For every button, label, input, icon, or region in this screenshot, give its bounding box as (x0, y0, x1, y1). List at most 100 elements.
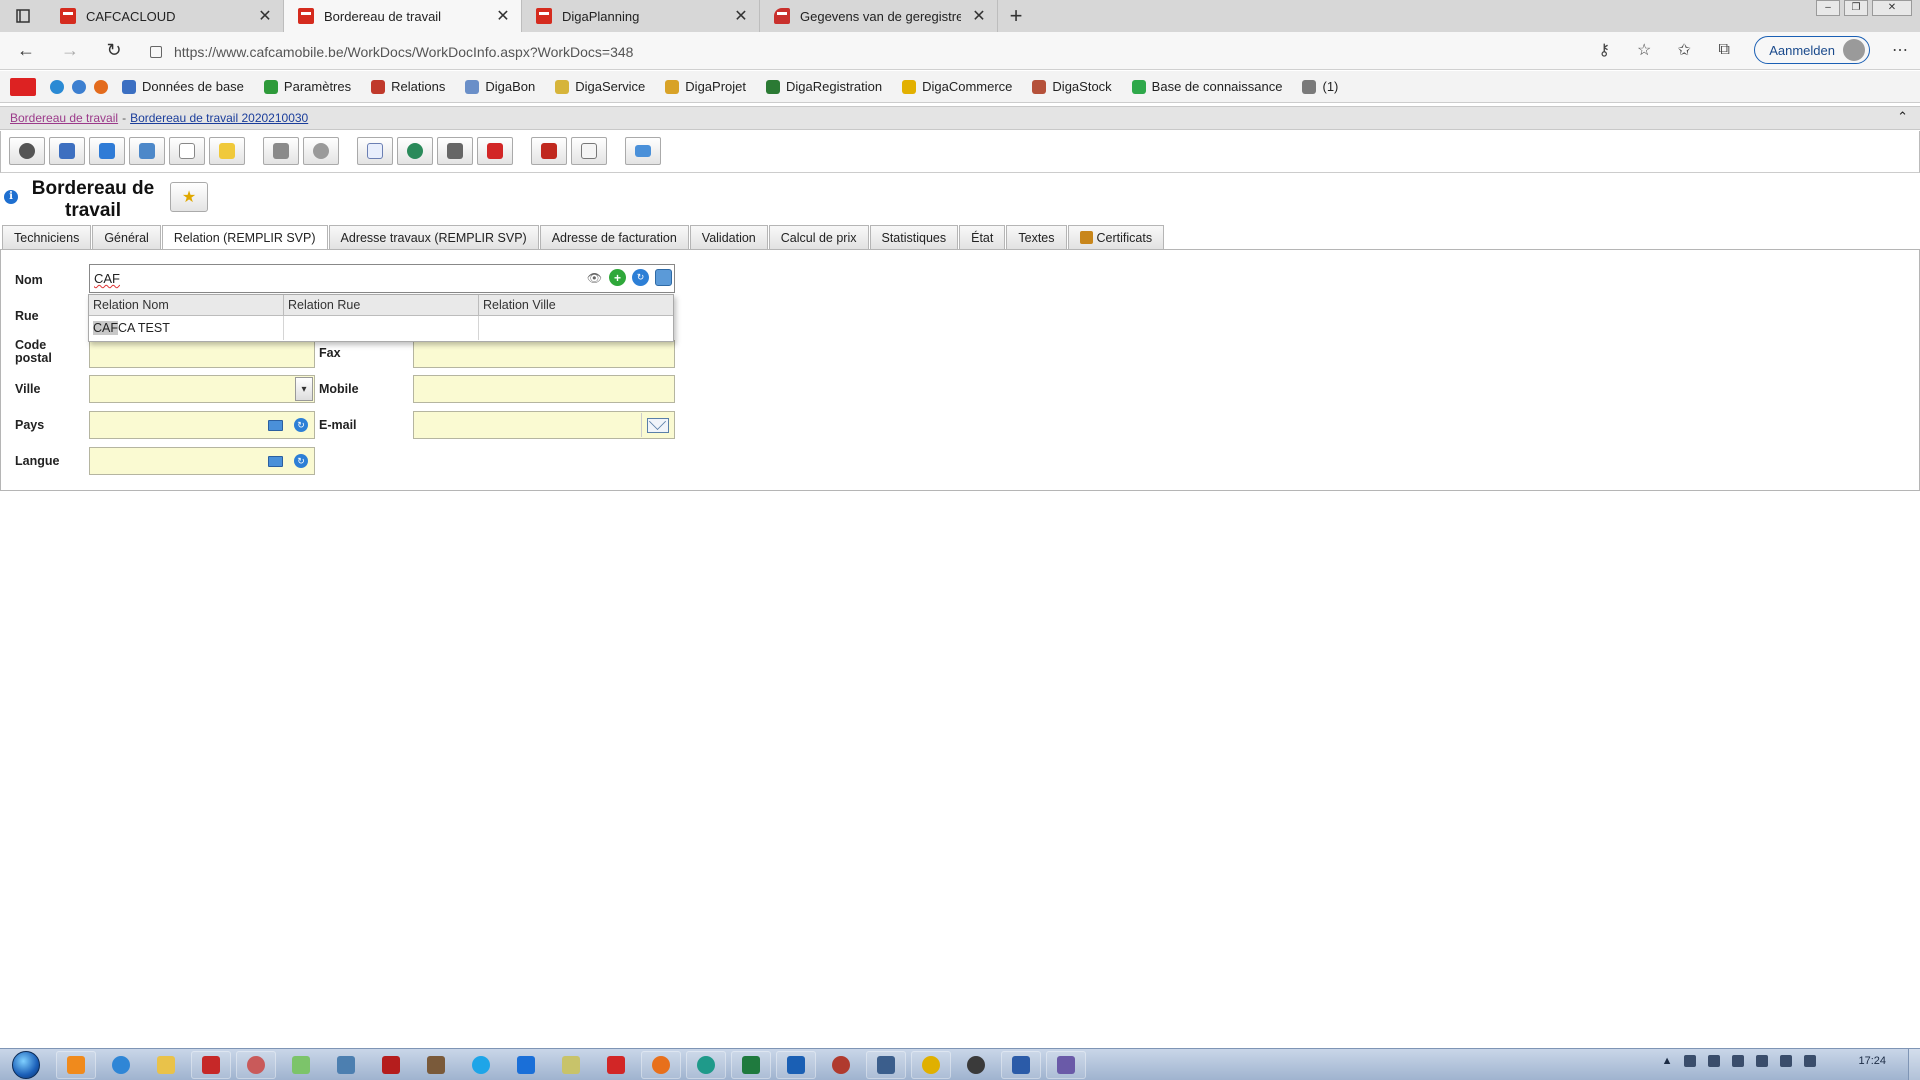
menu-digaregistration[interactable]: DigaRegistration (760, 79, 888, 94)
send-mail-button[interactable] (641, 413, 673, 437)
favorites-icon[interactable]: ✩ (1674, 40, 1694, 60)
tab-adresse-facturation[interactable]: Adresse de facturation (539, 225, 689, 249)
card-icon[interactable] (655, 269, 672, 286)
close-tab-icon[interactable]: ✕ (495, 6, 511, 26)
show-desktop-button[interactable] (1908, 1049, 1920, 1080)
upload-tray-icon[interactable] (1804, 1055, 1817, 1067)
taskbar-internet-explorer[interactable] (101, 1051, 141, 1079)
tab-statistiques[interactable]: Statistiques (869, 225, 959, 249)
checklist-button[interactable] (357, 137, 393, 165)
langue-field[interactable]: ↻ (89, 447, 315, 475)
taskbar-skype[interactable] (461, 1051, 501, 1079)
key-icon[interactable]: ⚷ (1594, 40, 1614, 60)
vehicle-button[interactable] (49, 137, 85, 165)
taskbar-app-notes[interactable] (551, 1051, 591, 1079)
taskbar-app-bug[interactable] (821, 1051, 861, 1079)
tab-calcul-de-prix[interactable]: Calcul de prix (768, 225, 869, 249)
taskbar-app-tools[interactable] (866, 1050, 906, 1079)
card-button[interactable] (625, 137, 661, 165)
fax-field[interactable] (413, 340, 675, 368)
refresh-icon[interactable]: ↻ (292, 417, 310, 433)
collections-icon[interactable]: ⧉ (1714, 41, 1734, 59)
taskbar-explorer[interactable] (146, 1051, 186, 1079)
signin-button[interactable]: Aanmelden (1754, 36, 1870, 64)
forward-button[interactable]: → (52, 36, 88, 66)
add-favorite-icon[interactable]: ☆ (1634, 40, 1654, 60)
taskbar-app-red[interactable] (191, 1050, 231, 1079)
taskbar-chrome[interactable] (911, 1050, 951, 1079)
ville-select[interactable]: ▾ (89, 375, 315, 403)
close-tab-icon[interactable]: ✕ (971, 6, 987, 26)
menu-digacommerce[interactable]: DigaCommerce (896, 79, 1018, 94)
display-tray-icon[interactable] (1756, 1055, 1769, 1067)
menu-donnees-de-base[interactable]: Données de base (116, 79, 250, 94)
technician-button[interactable] (89, 137, 125, 165)
more-options-icon[interactable]: ⋯ (1890, 40, 1910, 60)
tools-button[interactable] (129, 137, 165, 165)
chevron-down-icon[interactable]: ▾ (295, 377, 313, 401)
taskbar-dropbox[interactable] (506, 1051, 546, 1079)
taskbar-firefox[interactable] (641, 1050, 681, 1079)
taskbar-app-green[interactable] (281, 1051, 321, 1079)
refresh-icon[interactable]: ↻ (632, 269, 649, 286)
menu-relations[interactable]: Relations (365, 79, 451, 94)
copy-button[interactable] (571, 137, 607, 165)
card-icon[interactable] (266, 453, 284, 469)
breadcrumb-link-list[interactable]: Bordereau de travail (10, 111, 118, 125)
globe-button[interactable] (397, 137, 433, 165)
close-tab-icon[interactable]: ✕ (257, 6, 273, 26)
tab-general[interactable]: Général (92, 225, 161, 249)
menu-digaservice[interactable]: DigaService (549, 79, 651, 94)
close-tab-icon[interactable]: ✕ (733, 6, 749, 26)
close-window-button[interactable]: ✕ (1872, 0, 1912, 16)
folder-button[interactable] (209, 137, 245, 165)
menu-base-de-connaissance[interactable]: Base de connaissance (1126, 79, 1289, 94)
collapse-icon[interactable]: ⌃ (1897, 109, 1908, 125)
tab-textes[interactable]: Textes (1006, 225, 1067, 249)
browser-tab-cafcacloud[interactable]: CAFCACLOUD ✕ (46, 0, 284, 32)
browser-tab-gegevens[interactable]: Gegevens van de geregistreerde ✕ (760, 0, 998, 32)
new-document-button[interactable] (169, 137, 205, 165)
tab-actions-button[interactable] (0, 0, 46, 32)
minimize-button[interactable]: – (1816, 0, 1840, 16)
taskbar-app-globe[interactable] (956, 1051, 996, 1079)
tab-certificats[interactable]: Certificats (1067, 225, 1165, 249)
cafca-logo[interactable] (10, 77, 36, 96)
view-icon[interactable]: 👁 (586, 269, 603, 286)
delete-button[interactable] (477, 137, 513, 165)
taskbar-cafca[interactable] (596, 1051, 636, 1079)
tab-validation[interactable]: Validation (689, 225, 768, 249)
tab-techniciens[interactable]: Techniciens (2, 225, 92, 249)
mobile-field[interactable] (413, 375, 675, 403)
card-icon[interactable] (266, 417, 284, 433)
volume-tray-icon[interactable] (1780, 1055, 1793, 1067)
info-icon[interactable]: i (4, 190, 18, 204)
nom-input[interactable]: CAF 👁 + ↻ (89, 264, 675, 293)
tray-expand-icon[interactable]: ▲ (1662, 1055, 1673, 1067)
breadcrumb-link-document[interactable]: Bordereau de travail 2020210030 (130, 111, 308, 125)
flag-tray-icon[interactable] (1732, 1055, 1745, 1067)
browser-tab-digaplanning[interactable]: DigaPlanning ✕ (522, 0, 760, 32)
tab-etat[interactable]: État (959, 225, 1006, 249)
taskbar-app-book[interactable] (1046, 1050, 1086, 1079)
new-tab-button[interactable]: + (998, 0, 1034, 32)
taskbar-app-pin[interactable] (236, 1050, 276, 1079)
taskbar-edge[interactable] (686, 1050, 726, 1079)
refresh-icon[interactable]: ↻ (292, 453, 310, 469)
clock[interactable]: 17:24 (1858, 1055, 1886, 1067)
tab-relation[interactable]: Relation (REMPLIR SVP) (161, 225, 328, 250)
email-field[interactable] (413, 411, 675, 439)
taskbar-word[interactable] (1001, 1050, 1041, 1079)
start-button[interactable] (6, 1050, 46, 1080)
taskbar-excel[interactable] (731, 1050, 771, 1079)
menu-digabon[interactable]: DigaBon (459, 79, 541, 94)
tab-adresse-travaux[interactable]: Adresse travaux (REMPLIR SVP) (328, 225, 539, 249)
print-button[interactable] (263, 137, 299, 165)
taskbar-media-player[interactable] (56, 1050, 96, 1079)
taskbar-app-chart[interactable] (371, 1051, 411, 1079)
refresh-button[interactable]: ↻ (96, 36, 132, 66)
taskbar-app-brush[interactable] (416, 1051, 456, 1079)
menu-parametres[interactable]: Paramètres (258, 79, 357, 94)
autocomplete-row[interactable]: CAF CA TEST (89, 316, 673, 340)
menu-digaprojet[interactable]: DigaProjet (659, 79, 752, 94)
